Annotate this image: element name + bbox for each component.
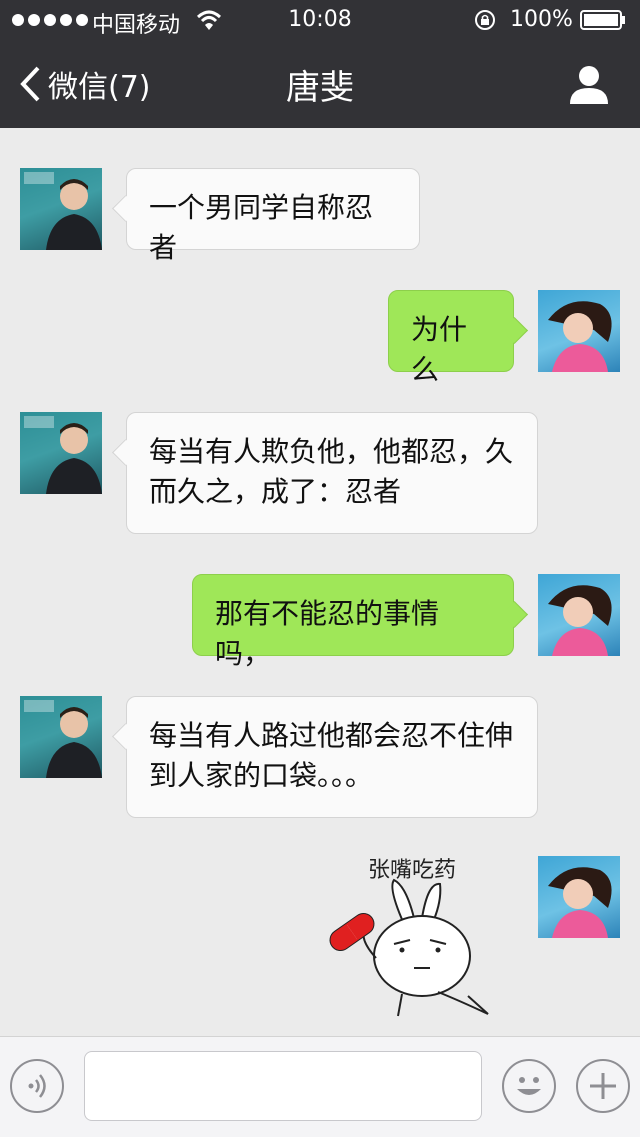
emoji-icon <box>517 1077 541 1095</box>
message-bubble-sent[interactable]: 那有不能忍的事情吗， <box>192 574 514 670</box>
message-text: 为什么 <box>411 313 468 386</box>
plus-icon <box>590 1073 616 1099</box>
contact-avatar[interactable] <box>20 412 102 494</box>
message-input[interactable] <box>84 1051 482 1121</box>
message-bubble-received[interactable]: 每当有人路过他都会忍不住伸到人家的口袋。。。 <box>126 696 538 818</box>
status-bar: 中国移动 10:08 100% <box>0 0 640 40</box>
rabbit-pill-sticker[interactable] <box>318 878 498 1018</box>
message-bubble-sent[interactable]: 为什么 <box>388 290 514 386</box>
message-bubble-received[interactable]: 每当有人欺负他，他都忍，久而久之，成了：忍者 <box>126 412 538 534</box>
contact-avatar[interactable] <box>20 696 102 778</box>
message-bubble-received[interactable]: 一个男同学自称忍者 <box>126 168 420 264</box>
voice-button[interactable] <box>10 1059 64 1113</box>
message-text: 那有不能忍的事情吗， <box>215 597 440 670</box>
rotation-lock-icon <box>475 10 495 30</box>
my-avatar[interactable] <box>538 290 620 372</box>
input-bar <box>0 1036 640 1137</box>
top-bar: 中国移动 10:08 100% 微信(7) 唐斐 <box>0 0 640 128</box>
battery-percent: 100% <box>510 7 573 32</box>
chat-title: 唐斐 <box>286 68 354 108</box>
my-avatar[interactable] <box>538 856 620 938</box>
message-text: 每当有人路过他都会忍不住伸到人家的口袋。。。 <box>149 719 514 792</box>
contact-avatar[interactable] <box>20 168 102 250</box>
message-text: 一个男同学自称忍者 <box>149 191 374 264</box>
battery-icon <box>580 10 625 30</box>
my-avatar[interactable] <box>538 574 620 656</box>
profile-icon[interactable] <box>568 64 610 104</box>
add-button[interactable] <box>576 1059 630 1113</box>
voice-icon <box>28 1074 46 1098</box>
message-text: 每当有人欺负他，他都忍，久而久之，成了：忍者 <box>149 435 514 508</box>
emoji-button[interactable] <box>502 1059 556 1113</box>
